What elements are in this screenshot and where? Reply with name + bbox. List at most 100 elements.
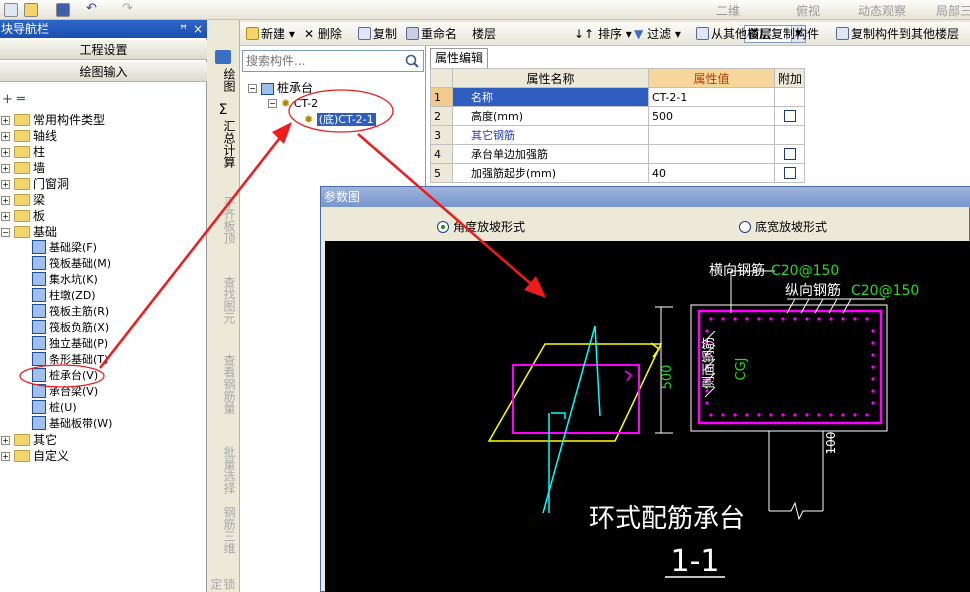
table-row[interactable]: 5 加强筋起步(mm) 40 [430,163,970,183]
drawing-input-button[interactable]: 绘图输入 [0,62,207,82]
redo-icon[interactable]: ↷ [122,1,136,16]
new-file-icon[interactable] [4,3,18,17]
extra-checkbox[interactable] [783,166,796,179]
folder-icon [14,178,30,190]
table-row[interactable]: 1 名称 CT-2-1 [430,87,970,107]
table-row[interactable]: 2 高度(mm) 500 [430,106,970,126]
longitudinal-rebar-label: 纵向钢筋 [785,282,841,299]
local-3d-button[interactable]: 局部三 [936,2,970,19]
undo-icon[interactable]: ↶ [86,1,100,16]
find-element-button[interactable]: 查找图元 [213,276,236,324]
flat-top-button[interactable]: 平齐板顶 [213,196,236,244]
leaf-raft-main-rebar[interactable]: 筏板主筋(R) [32,304,109,320]
tree-item[interactable]: + 板 [0,208,45,224]
search-icon[interactable] [403,53,421,69]
rebar-dot [793,317,797,321]
transverse-rebar-label: 横向钢筋 [709,262,765,279]
pile-cap-icon [32,368,46,382]
sigma-icon: Σ [218,102,228,118]
param-window-title: 参数图 [321,187,970,207]
copy-from-floor-button[interactable]: 从其他楼层复制构件 [696,26,819,42]
property-table: 属性名称 属性值 附加 1 名称 CT-2-1 2 高度(mm) 500 3 其… [430,68,970,183]
extra-checkbox[interactable] [783,147,796,160]
tree-item[interactable]: + 轴线 [0,128,57,144]
rename-icon [406,27,419,40]
comp-tree-root[interactable]: − 桩承台 [248,80,313,96]
tree-item[interactable]: + 自定义 [0,448,69,464]
leaf-pile[interactable]: 桩(U) [32,400,77,416]
copy-to-floor-button[interactable]: 复制构件到其他楼层 [836,26,959,42]
view-2d-button[interactable]: 二维 [716,2,740,19]
tree-item[interactable]: + 常用构件类型 [0,112,105,128]
leaf-strip-footing[interactable]: 条形基础(T) [32,352,108,368]
transverse-rebar-value: C20@150 [771,263,839,279]
tree-item[interactable]: + 梁 [0,192,45,208]
rebar-dot [757,413,761,417]
negative-rebar-icon [32,320,46,334]
rebar-dot [721,413,725,417]
rebar-dot [745,413,749,417]
comp-tree-grandchild[interactable]: ✹ (底)CT-2-1 [304,112,376,128]
search-input[interactable] [243,51,393,71]
open-folder-icon[interactable] [24,3,38,17]
save-icon[interactable] [56,3,70,17]
tree-item-foundation[interactable]: − 基础 [0,224,57,240]
leaf-pile-cap[interactable]: 桩承台(V) [32,368,98,384]
extra-checkbox[interactable] [783,109,796,122]
tab-property-edit[interactable]: 属性编辑 [430,48,488,68]
section-outline-shape [690,304,888,432]
project-settings-button[interactable]: 工程设置 [0,40,207,60]
new-icon [246,27,259,40]
tree-item[interactable]: + 墙 [0,160,45,176]
nav-panel-title: 块导航栏 ꟸ × [0,20,207,38]
leaf-isolated-footing[interactable]: 独立基础(P) [32,336,108,352]
tree-item[interactable]: + 门窗洞 [0,176,69,192]
table-row[interactable]: 4 承台单边加强筋 [430,144,970,164]
new-button[interactable]: 新建 ▾ [246,26,295,42]
summary-calc-button[interactable]: 汇总计算 [213,120,236,168]
sort-button[interactable]: ↓↑ 排序 ▾ [574,26,632,42]
dynamic-view-button[interactable]: 动态观察 [858,2,906,19]
expand-collapse-all-icon[interactable]: + ═ [2,92,25,107]
view-rebar-button[interactable]: 查看钢筋量 [213,354,236,414]
leaf-sump-pit[interactable]: 集水坑(K) [32,272,98,288]
rebar-dot [871,365,875,369]
leaf-foundation-beam[interactable]: 基础梁(F) [32,240,97,256]
section-rebar-ring-shape [697,309,883,425]
rebar-dot [817,413,821,417]
rebar-3d-button[interactable]: 钢筋三维 [213,506,236,554]
rebar-dot [853,317,857,321]
leaf-cap-beam[interactable]: 承台梁(V) [32,384,98,400]
rebar-dot [817,317,821,321]
pin-icon[interactable]: ꟸ [180,20,187,38]
leaf-raft-foundation[interactable]: 筏板基础(M) [32,256,111,272]
table-row[interactable]: 3 其它钢筋 [430,125,970,145]
search-box [242,50,424,72]
leaf-foundation-strip[interactable]: 基础板带(W) [32,416,112,432]
rebar-dots [705,317,875,417]
tree-item[interactable]: + 其它 [0,432,57,448]
gear-icon: ✹ [304,113,314,126]
folder-icon [14,130,30,142]
rename-button[interactable]: 重命名 [406,26,457,42]
tree-item[interactable]: + 柱 [0,144,45,160]
delete-button[interactable]: ✕ 删除 [304,26,342,42]
filter-button[interactable]: ▼ 过滤 ▾ [634,26,681,42]
quick-access-toolbar: ↶ ↷ 二维 俯视 动态观察 局部三 [0,0,970,20]
lock-button[interactable]: 锁定 [209,576,236,592]
rebar-dot [769,317,773,321]
dim-height-label: 500 [660,365,675,390]
batch-select-button[interactable]: 批量选择 [213,446,236,494]
copy-button[interactable]: 复制 [358,26,397,42]
view-perspective-button[interactable]: 俯视 [796,2,820,19]
rebar-dot [709,413,713,417]
leaf-raft-negative-rebar[interactable]: 筏板负筋(X) [32,320,109,336]
close-icon[interactable]: × [193,20,203,38]
radio-width-slope[interactable]: 底宽放坡形式 [739,218,827,235]
leaf-column-pier[interactable]: 柱墩(ZD) [32,288,96,304]
rebar-dot [705,329,709,333]
comp-tree-child[interactable]: − ✹ CT-2 [268,96,318,112]
draw-button[interactable]: 绘图 [213,68,236,92]
radio-angle-slope[interactable]: 角度放坡形式 [437,218,525,235]
col-header-extra: 附加 [774,68,805,88]
